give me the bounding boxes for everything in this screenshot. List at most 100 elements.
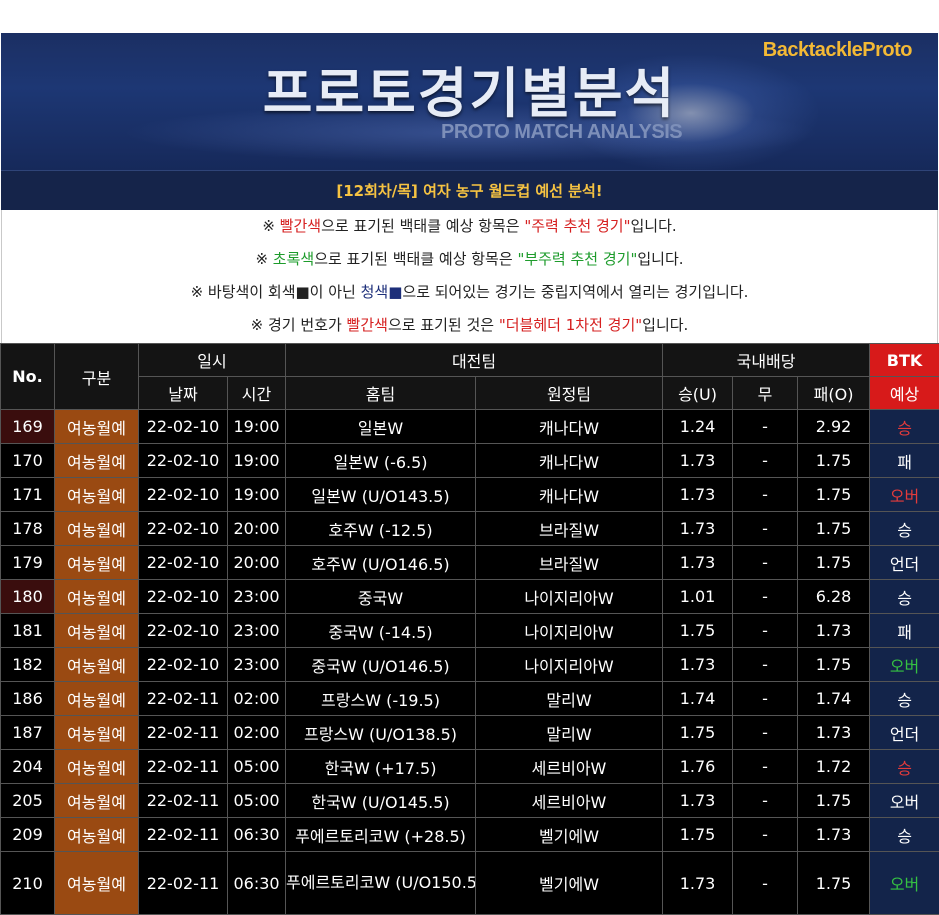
time-cell: 20:00 — [226, 511, 287, 546]
odds-draw-cell: - — [732, 613, 799, 648]
btk-pick-cell: 오버 — [869, 783, 939, 818]
table-row[interactable]: 181 여농월예 22-02-10 23:00 중국W (-14.5) 나이지리아W 1.7… — [0, 613, 939, 648]
home-team-cell: 프랑스W (-19.5) — [285, 681, 477, 716]
odds-lose-cell: 1.73 — [797, 613, 871, 648]
header-time: 시간 — [226, 376, 287, 410]
match-no: 178 — [0, 511, 55, 546]
away-team-cell: 캐나다W — [475, 443, 664, 478]
note-text: ※ — [255, 250, 273, 268]
date-cell: 22-02-11 — [138, 783, 228, 818]
table-row[interactable]: 187 여농월예 22-02-11 02:00 프랑스W (U/O138.5) 말리W 1.… — [0, 715, 939, 750]
date-cell: 22-02-11 — [138, 749, 228, 784]
time-cell: 23:00 — [226, 613, 287, 648]
note-text: 으로 표기된 백태클 예상 항목은 — [314, 250, 518, 268]
date-cell: 22-02-11 — [138, 681, 228, 716]
date-cell: 22-02-10 — [138, 647, 228, 682]
table-row[interactable]: 210 여농월예 22-02-11 06:30 푸에르토리코W (U/O150.5) 벨기… — [0, 851, 939, 915]
table-row[interactable]: 169 여농월예 22-02-10 19:00 일본W 캐나다W 1.24-2.92 승 — [0, 409, 939, 444]
category-cell: 여농월예 — [54, 613, 139, 648]
away-team-cell: 말리W — [475, 715, 664, 750]
time-cell: 23:00 — [226, 647, 287, 682]
header-home: 홈팀 — [285, 376, 477, 410]
match-no: 169 — [0, 409, 55, 444]
match-no: 205 — [0, 783, 55, 818]
odds-win-cell: 1.75 — [662, 817, 734, 852]
header-draw: 무 — [732, 376, 799, 410]
table-row[interactable]: 186 여농월예 22-02-11 02:00 프랑스W (-19.5) 말리W 1.74-… — [0, 681, 939, 716]
time-cell: 02:00 — [226, 715, 287, 750]
odds-win-cell: 1.73 — [662, 511, 734, 546]
odds-win-cell: 1.73 — [662, 545, 734, 580]
btk-pick-cell: 승 — [869, 749, 939, 784]
category-cell: 여농월예 — [54, 511, 139, 546]
home-team-cell: 호주W (U/O146.5) — [285, 545, 477, 580]
round-title-bar: [12회차/목] 여자 농구 월드컵 예선 분석! — [1, 170, 938, 210]
odds-draw-cell: - — [732, 749, 799, 784]
match-no: 181 — [0, 613, 55, 648]
away-team-cell: 벨기에W — [475, 851, 664, 915]
odds-win-cell: 1.24 — [662, 409, 734, 444]
category-cell: 여농월예 — [54, 851, 139, 915]
match-table: No. 구분 일시 대전팀 국내배당 BTK 날짜 시간 홈팀 원정팀 승(U)… — [0, 343, 939, 915]
table-row[interactable]: 209 여농월예 22-02-11 06:30 푸에르토리코W (+28.5) 벨기에W 1… — [0, 817, 939, 852]
odds-draw-cell: - — [732, 715, 799, 750]
table-row[interactable]: 204 여농월예 22-02-11 05:00 한국W (+17.5) 세르비아W 1.76… — [0, 749, 939, 784]
time-cell: 19:00 — [226, 409, 287, 444]
date-cell: 22-02-10 — [138, 613, 228, 648]
odds-draw-cell: - — [732, 647, 799, 682]
table-row[interactable]: 171 여농월예 22-02-10 19:00 일본W (U/O143.5) 캐나다W 1.… — [0, 477, 939, 512]
category-cell: 여농월예 — [54, 443, 139, 478]
header-no: No. — [0, 343, 55, 410]
away-team-cell: 말리W — [475, 681, 664, 716]
odds-win-cell: 1.73 — [662, 783, 734, 818]
away-team-cell: 나이지리아W — [475, 613, 664, 648]
note-highlight: 빨간색 — [346, 316, 388, 334]
table-row[interactable]: 179 여농월예 22-02-10 20:00 호주W (U/O146.5) 브라질W 1.… — [0, 545, 939, 580]
time-cell: 06:30 — [226, 817, 287, 852]
btk-pick-cell: 패 — [869, 443, 939, 478]
home-team-cell: 한국W (U/O145.5) — [285, 783, 477, 818]
table-row[interactable]: 182 여농월예 22-02-10 23:00 중국W (U/O146.5) 나이지리아W… — [0, 647, 939, 682]
table-row[interactable]: 178 여농월예 22-02-10 20:00 호주W (-12.5) 브라질W 1.73-… — [0, 511, 939, 546]
btk-pick-cell: 승 — [869, 681, 939, 716]
match-no: 209 — [0, 817, 55, 852]
header-match: 대전팀 — [285, 343, 664, 377]
match-no: 180 — [0, 579, 55, 614]
category-cell: 여농월예 — [54, 783, 139, 818]
note-text: ※ — [262, 217, 280, 235]
note-text: 입니다. — [642, 316, 689, 334]
home-team-cell: 일본W (U/O143.5) — [285, 477, 477, 512]
odds-draw-cell: - — [732, 579, 799, 614]
category-cell: 여농월예 — [54, 681, 139, 716]
match-no: 187 — [0, 715, 55, 750]
odds-lose-cell: 1.75 — [797, 851, 871, 915]
odds-lose-cell: 1.75 — [797, 647, 871, 682]
away-team-cell: 나이지리아W — [475, 579, 664, 614]
odds-lose-cell: 6.28 — [797, 579, 871, 614]
time-cell: 02:00 — [226, 681, 287, 716]
page: BacktackleProto 프로토경기별분석 PROTO MATCH ANA… — [0, 0, 939, 915]
home-team-cell: 일본W — [285, 409, 477, 444]
time-cell: 19:00 — [226, 477, 287, 512]
odds-win-cell: 1.73 — [662, 477, 734, 512]
table-row[interactable]: 180 여농월예 22-02-10 23:00 중국W 나이지리아W 1.01-6.28 승 — [0, 579, 939, 614]
time-cell: 19:00 — [226, 443, 287, 478]
note-text: 으로 표기된 백태클 예상 항목은 — [321, 217, 525, 235]
home-team-cell: 중국W (U/O146.5) — [285, 647, 477, 682]
note-text: 입니다. — [630, 217, 677, 235]
home-team-cell: 호주W (-12.5) — [285, 511, 477, 546]
table-row[interactable]: 205 여농월예 22-02-11 05:00 한국W (U/O145.5) 세르비아W 1… — [0, 783, 939, 818]
odds-win-cell: 1.73 — [662, 443, 734, 478]
odds-draw-cell: - — [732, 477, 799, 512]
away-team-cell: 세르비아W — [475, 749, 664, 784]
match-no: 170 — [0, 443, 55, 478]
header-away: 원정팀 — [475, 376, 664, 410]
odds-win-cell: 1.73 — [662, 647, 734, 682]
btk-pick-cell: 오버 — [869, 647, 939, 682]
away-team-cell: 브라질W — [475, 511, 664, 546]
table-row[interactable]: 170 여농월예 22-02-10 19:00 일본W (-6.5) 캐나다W 1.73-1… — [0, 443, 939, 478]
odds-draw-cell: - — [732, 681, 799, 716]
date-cell: 22-02-10 — [138, 477, 228, 512]
category-cell: 여농월예 — [54, 749, 139, 784]
note-text: 으로 되어있는 경기는 중립지역에서 열리는 경기입니다. — [402, 283, 749, 301]
